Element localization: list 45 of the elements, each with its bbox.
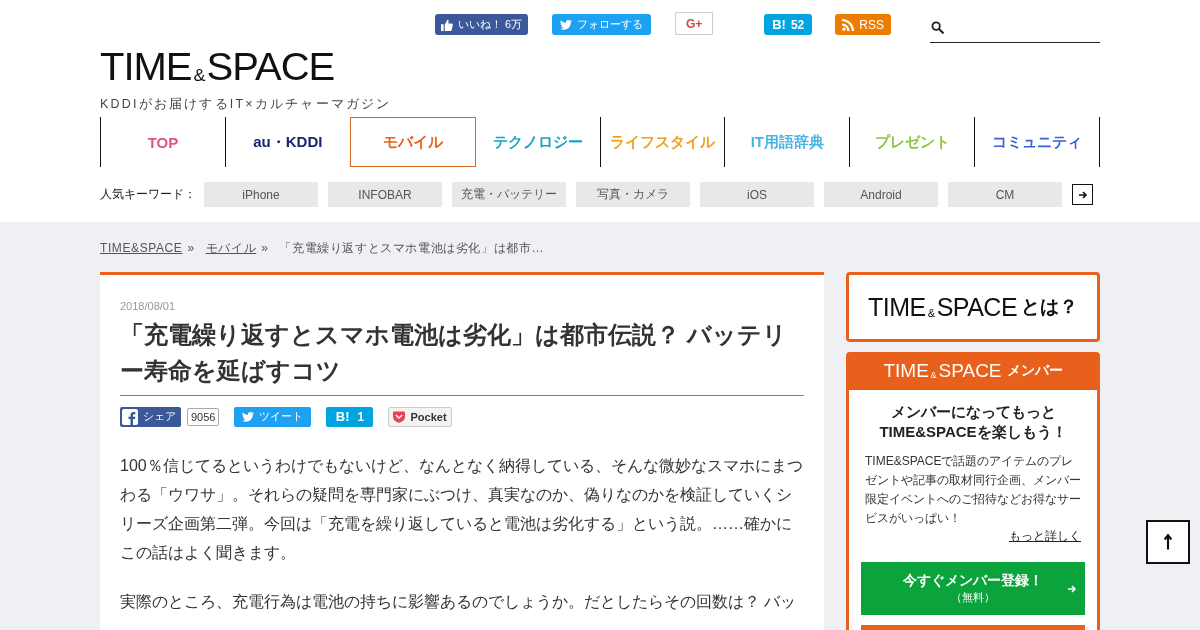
member-logo: TIME$_{&}$SPACE: [883, 360, 1002, 382]
bird-icon: [242, 410, 255, 423]
more-details-link[interactable]: もっと詳しく: [1009, 528, 1081, 545]
breadcrumb-separator: »: [261, 241, 269, 255]
share-count: 9056: [187, 407, 220, 426]
article-date: 2018/08/01: [120, 300, 177, 312]
breadcrumb-separator: »: [187, 241, 195, 255]
keyword-tag[interactable]: CM: [948, 182, 1062, 207]
breadcrumb-current: 「充電繰り返すとスマホ電池は劣化」は都市…: [279, 239, 545, 257]
member-heading: メンバーになってもっと: [889, 402, 1057, 422]
facebook-share-button[interactable]: シェア: [120, 406, 181, 427]
member-description: TIME&SPACEで話題のアイテムのプレゼントや記事の取材同行企画、メンバー限定イベントへのご招待などお得なサービスがいっぱい！: [865, 453, 1081, 527]
arrow-right-icon: [1077, 189, 1088, 200]
pocket-icon: [393, 410, 406, 423]
keyword-tag[interactable]: 写真・カメラ: [576, 182, 690, 207]
site-tagline: KDDIがお届けするIT×カルチャーマガジン: [100, 95, 393, 113]
site-logo[interactable]: TIME$_{&}$SPACE: [100, 49, 335, 93]
member-heading: TIME&SPACEを楽しもう！: [878, 422, 1068, 442]
bird-icon: [560, 18, 573, 31]
breadcrumb-link[interactable]: TIME&SPACE: [100, 241, 183, 255]
pocket-button[interactable]: Pocket: [388, 406, 452, 427]
keyword-tag[interactable]: iOS: [700, 182, 814, 207]
keyword-tag[interactable]: 充電・バッテリー: [452, 182, 566, 207]
breadcrumb-link[interactable]: モバイル: [205, 239, 257, 257]
keywords-label: 人気キーワード：: [100, 186, 194, 203]
rss-icon: [842, 18, 855, 31]
keyword-tag[interactable]: INFOBAR: [328, 182, 442, 207]
scroll-to-top-button[interactable]: [1146, 520, 1190, 564]
facebook-share-button[interactable]: いいね！ 6万: [435, 14, 529, 35]
register-button[interactable]: 今すぐメンバー登録！ （無料）: [861, 562, 1085, 615]
more-keywords-button[interactable]: [1072, 184, 1093, 205]
facebook-icon: [122, 408, 138, 425]
article-paragraph: 100％信じてるというわけでもないけど、なんとなく納得している、そんな微妙なスマホにまつわる「ウワサ」。それらの疑問を専門家にぶつけ、真実なのか、偽りなのかを検証していくシリーズ企画第二弾。今回は「充電を繰り返していると電池は劣化する」という説。……確かにこの話はよく聞きます。: [120, 456, 804, 563]
search-icon: [931, 20, 944, 34]
arrow-up-icon: [1163, 533, 1173, 551]
google-plus-button[interactable]: G+: [675, 12, 714, 35]
nav-tab[interactable]: コミュニティ: [974, 117, 1100, 167]
member-label: メンバー: [1006, 362, 1063, 380]
thumbs-up-icon: [441, 18, 453, 31]
nav-tab[interactable]: モバイル: [349, 117, 476, 167]
keyword-tag[interactable]: iPhone: [204, 182, 318, 207]
keyword-tag[interactable]: Android: [824, 182, 938, 207]
arrow-right-icon: [1067, 584, 1077, 594]
article-paragraph: 実際のところ、充電行為は電池の持ちに影響あるのでしょうか。だとしたらその回数は？ バッ: [120, 592, 798, 612]
article-title: 「充電繰り返すとスマホ電池は劣化」は都市伝説？ バッテリー寿命を延ばすコツ: [120, 317, 804, 396]
